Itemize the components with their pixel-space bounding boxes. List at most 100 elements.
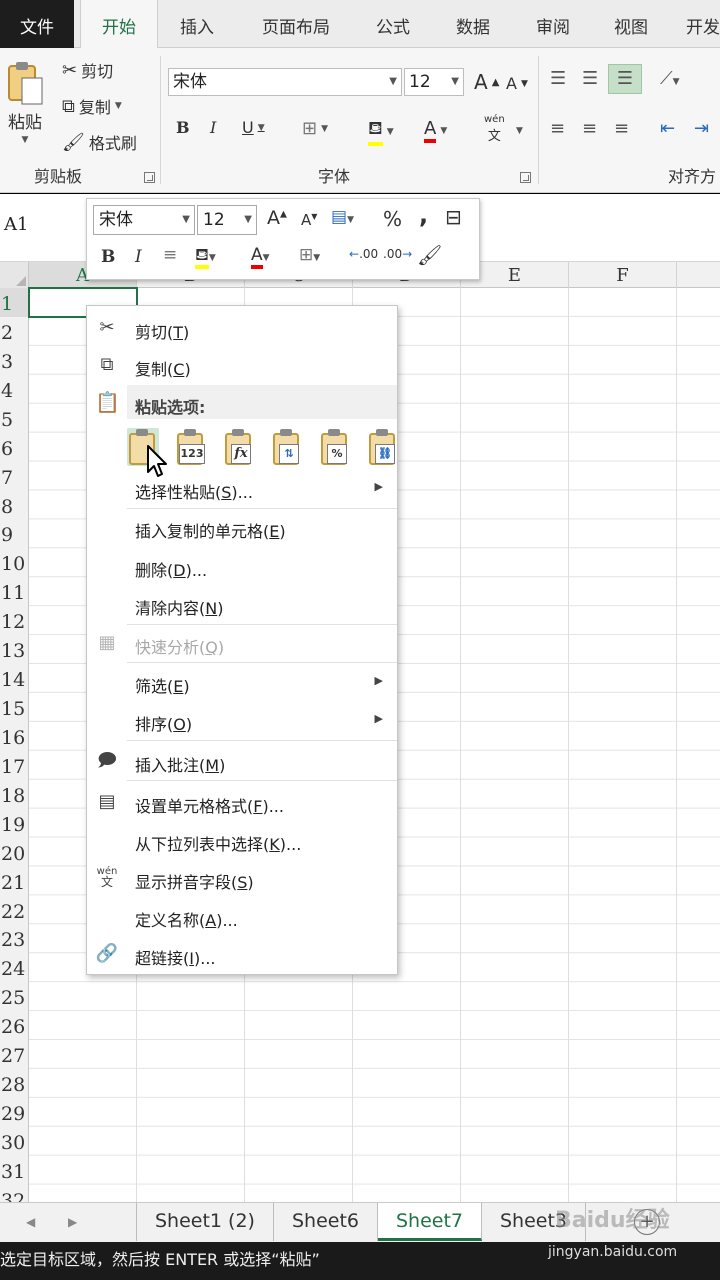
font-size-box[interactable]: 12 ▼ [404,68,464,96]
menu-item-sort[interactable]: 排序(O) ▶ [87,702,397,738]
grow-font-button[interactable]: A ▲ [474,70,499,94]
row-header[interactable]: 23 [0,924,29,953]
row-header[interactable]: 11 [0,577,29,606]
align-top-button[interactable]: ☰ [550,68,566,89]
row-header[interactable]: 18 [0,780,29,809]
tab-developer[interactable]: 开发 [686,0,720,48]
column-header-f[interactable]: F [569,262,677,288]
font-name-box[interactable]: 宋体 ▼ [168,68,402,96]
paste-transpose-option[interactable]: ⇅ [271,428,303,466]
tab-review[interactable]: 审阅 [522,0,584,48]
menu-item-cut[interactable]: ✂ 剪切(T) [87,310,397,346]
menu-item-paste-special[interactable]: 选择性粘贴(S)... ▶ [87,470,397,506]
sheet-tab-sheet1-2[interactable]: Sheet1 (2) [136,1203,274,1241]
row-header[interactable]: 10 [0,548,29,577]
row-header[interactable]: 17 [0,751,29,780]
paste-values-option[interactable]: 123 [175,428,207,466]
mini-percent-button[interactable]: % [383,207,402,231]
row-header[interactable]: 7 [0,462,29,491]
row-header[interactable]: 1 [0,288,29,317]
chevron-down-icon[interactable]: ▼ [516,126,523,136]
row-header[interactable]: 20 [0,838,29,867]
clipboard-dialog-launcher[interactable] [144,172,155,183]
align-right-button[interactable]: ≡ [614,118,629,139]
menu-item-hyperlink[interactable]: 🔗 超链接(I)... [87,936,397,972]
row-header[interactable]: 32 [0,1185,29,1202]
mini-font-color-button[interactable]: A▼ [251,245,270,269]
sheet-tab-sheet7[interactable]: Sheet7 [378,1203,482,1241]
font-color-button[interactable]: A ▼ [424,118,447,143]
tab-page-layout[interactable]: 页面布局 [250,0,342,48]
row-header[interactable]: 4 [0,375,29,404]
row-header[interactable]: 6 [0,433,29,462]
tab-data[interactable]: 数据 [442,0,504,48]
row-header[interactable]: 30 [0,1127,29,1156]
tab-file[interactable]: 文件 [0,0,74,48]
copy-dropdown-arrow[interactable]: ▼ [115,101,122,111]
menu-item-clear-contents[interactable]: 清除内容(N) [87,586,397,622]
row-header[interactable]: 25 [0,982,29,1011]
decrease-indent-button[interactable]: ⇤ [660,118,675,139]
menu-item-delete[interactable]: 删除(D)... [87,548,397,584]
phonetic-button[interactable]: wén 文 [484,114,505,144]
row-header[interactable]: 31 [0,1156,29,1185]
menu-item-filter[interactable]: 筛选(E) ▶ [87,664,397,700]
row-header[interactable]: 12 [0,606,29,635]
row-header[interactable]: 19 [0,809,29,838]
row-header[interactable]: 8 [0,491,29,520]
scroll-tabs-right-icon[interactable]: ▶ [68,1215,77,1229]
align-center-button[interactable]: ≡ [582,118,597,139]
increase-indent-button[interactable]: ⇥ [694,118,709,139]
row-header[interactable]: 9 [0,519,29,548]
row-header[interactable]: 15 [0,693,29,722]
mini-fill-color-button[interactable]: ⛾▼ [195,245,216,269]
format-painter-button[interactable]: 🖌 格式刷 [62,130,137,154]
tab-insert[interactable]: 插入 [166,0,228,48]
mini-increase-decimal-button[interactable]: ←.00 [349,247,378,261]
align-bottom-button[interactable]: ☰ [608,64,642,94]
mini-accounting-format-button[interactable]: ▤▼ [331,207,354,227]
row-header[interactable]: 28 [0,1069,29,1098]
row-header[interactable]: 2 [0,317,29,346]
paste-formulas-option[interactable]: fx [223,428,255,466]
bold-button[interactable]: B [176,118,190,137]
tab-view[interactable]: 视图 [600,0,662,48]
copy-button[interactable]: ⧉ 复制 ▼ [62,94,122,118]
align-middle-button[interactable]: ☰ [582,68,598,89]
paste-link-option[interactable]: ⛓ [367,428,399,466]
sheet-tab-sheet6[interactable]: Sheet6 [274,1203,378,1241]
mini-font-size-box[interactable]: 12 ▼ [197,205,257,235]
row-header[interactable]: 13 [0,635,29,664]
align-left-button[interactable]: ≡ [550,118,565,139]
underline-button[interactable]: U ▼ [242,118,265,137]
mini-grow-font-button[interactable]: A▲ [267,207,287,229]
scroll-tabs-left-icon[interactable]: ◀ [26,1215,35,1229]
fill-color-button[interactable]: ⛾ ▼ [368,118,394,146]
row-header[interactable]: 27 [0,1040,29,1069]
select-all-corner[interactable] [0,262,29,288]
menu-item-copy[interactable]: ⧉ 复制(C) [87,347,397,383]
menu-item-insert-comment[interactable]: 🗩 插入批注(M) [87,743,397,779]
cut-button[interactable]: ✂ 剪切 [62,58,113,82]
row-header[interactable]: 14 [0,664,29,693]
paste-button[interactable]: 粘贴 ▼ [6,60,44,145]
tab-home[interactable]: 开始 [80,0,158,49]
menu-item-pick-from-list[interactable]: 从下拉列表中选择(K)... [87,822,397,858]
menu-item-insert-copied-cells[interactable]: 插入复制的单元格(E) [87,509,397,545]
paste-formatting-option[interactable]: % [319,428,351,466]
row-header[interactable]: 26 [0,1011,29,1040]
mini-shrink-font-button[interactable]: A▼ [301,211,317,229]
row-header[interactable]: 5 [0,404,29,433]
mini-center-button[interactable]: ≡ [163,245,177,265]
row-header[interactable]: 24 [0,953,29,982]
mini-comma-button[interactable]: , [419,201,428,229]
paste-dropdown-arrow[interactable]: ▼ [22,135,29,145]
orientation-button[interactable]: ⟋▼ [660,68,680,89]
mini-bold-button[interactable]: B [101,247,115,267]
mini-font-name-box[interactable]: 宋体 ▼ [93,205,195,235]
menu-item-define-name[interactable]: 定义名称(A)... [87,898,397,934]
row-header[interactable]: 21 [0,867,29,896]
name-box[interactable]: A1 [4,214,28,235]
mini-format-painter-button[interactable]: 🖌 [417,243,442,267]
font-dialog-launcher[interactable] [520,172,531,183]
